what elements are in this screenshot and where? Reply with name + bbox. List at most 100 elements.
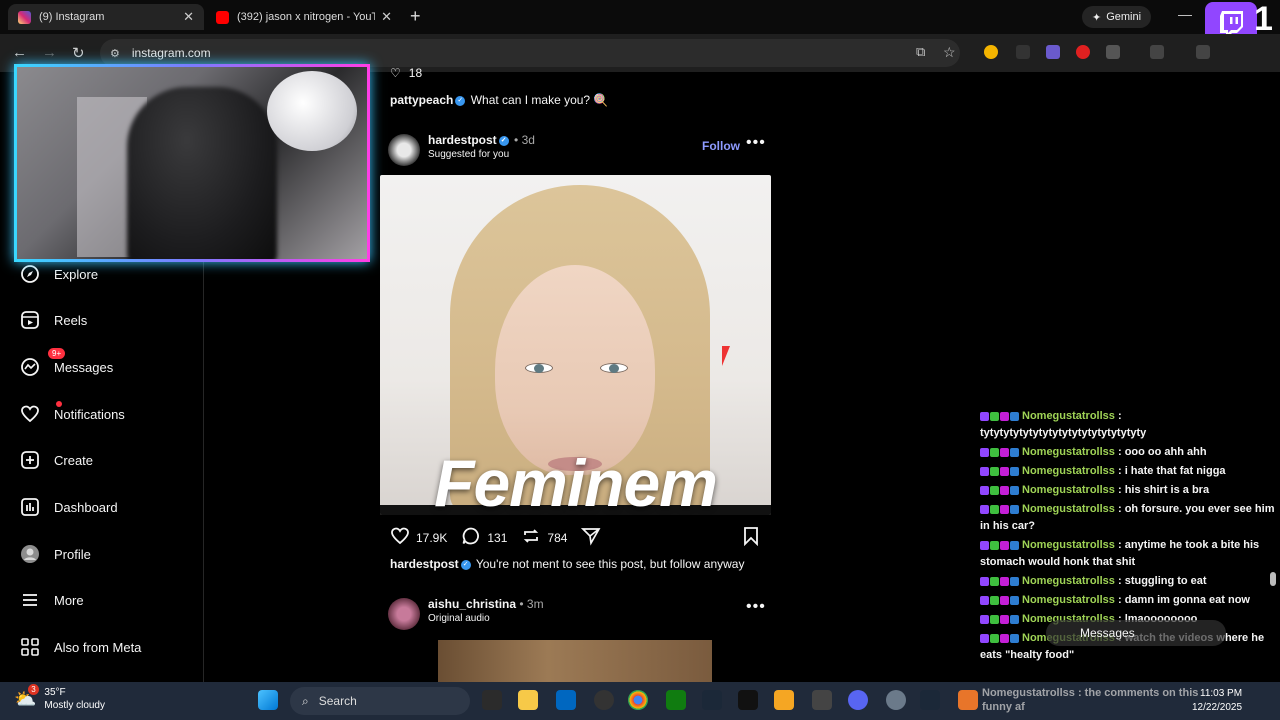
chat-username[interactable]: Nomegustatrollss [1022,410,1115,422]
post-image-caption: Feminem [434,446,718,515]
like-icon[interactable] [390,526,410,549]
url-field[interactable]: ⚙ instagram.com [100,39,960,67]
file-explorer-icon[interactable] [518,690,538,710]
follow-button[interactable]: Follow [702,139,740,153]
extensions-puzzle-icon[interactable] [1106,45,1120,59]
sidebar-item-label: Notifications [54,406,125,422]
chat-badges [980,614,1019,624]
discord-icon[interactable] [848,690,868,710]
sidebar-item-create[interactable]: Create [20,445,93,475]
chat-badge-icon [1010,540,1019,550]
close-tab-icon[interactable]: ✕ [183,9,194,25]
sidebar-item-more[interactable]: More [20,585,84,615]
like-count: 17.9K [416,530,448,545]
compass-icon [20,264,40,284]
new-tab-icon[interactable]: + [410,6,421,27]
like-icon[interactable]: ♡ [390,66,401,80]
verified-icon: ✓ [455,95,466,106]
post-username[interactable]: hardestpost [428,133,497,147]
sidebar-item-reels[interactable]: Reels [20,305,87,335]
windows-start-icon[interactable] [258,690,278,710]
store-icon[interactable] [556,690,576,710]
chat-badge-icon [1000,540,1009,550]
chat-message: Nomegustatrollss : anytime he took a bit… [980,537,1276,571]
post-username[interactable]: aishu_christina [428,597,516,611]
taskbar-search[interactable]: ⌕ Search [290,687,470,715]
post-time: 3d [521,133,535,147]
reload-icon[interactable]: ↻ [72,44,85,62]
sidebar-item-profile[interactable]: Profile [20,539,91,569]
comment-icon[interactable] [461,526,481,549]
chat-username[interactable]: Nomegustatrollss [1022,575,1115,587]
site-info-icon[interactable]: ⚙ [110,47,120,60]
sidebar-item-label: Profile [54,546,91,562]
chat-badge-icon [990,411,999,421]
repost-icon[interactable] [521,526,541,549]
post-username-row: aishu_christina • 3m [428,597,544,611]
back-icon[interactable]: ← [12,44,27,61]
caption-text: You're not ment to see this post, but fo… [475,557,745,571]
next-post-image[interactable] [380,640,771,682]
task-view-icon[interactable] [482,690,502,710]
chat-username[interactable]: Nomegustatrollss [1022,503,1115,515]
chat-badge-icon [990,595,999,605]
messages-pill[interactable]: Messages [1046,620,1226,646]
gemini-button[interactable]: ✦ Gemini [1082,6,1152,28]
sidebar-item-explore[interactable]: Explore [20,259,98,289]
avatar[interactable] [388,598,420,630]
save-icon[interactable] [742,526,760,551]
sidebar-item-dashboard[interactable]: Dashboard [20,492,118,522]
app-icon[interactable] [594,690,614,710]
more-options-icon[interactable]: ••• [746,598,766,616]
steam-icon[interactable] [920,690,940,710]
chat-username[interactable]: Nomegustatrollss [1022,539,1115,551]
chat-badge-icon [1010,595,1019,605]
caption-username[interactable]: pattypeach [390,93,453,107]
chrome-icon[interactable] [628,690,648,710]
chat-text: : i hate that fat nigga [1114,465,1226,477]
forward-icon[interactable]: → [42,44,57,61]
scrollbar-thumb[interactable] [1270,572,1276,586]
chat-username[interactable]: Nomegustatrollss [1022,484,1115,496]
extension-icon[interactable] [1046,45,1060,59]
sidebar-item-also-from-meta[interactable]: Also from Meta [20,632,141,662]
share-icon[interactable] [581,526,601,549]
chat-username[interactable]: Nomegustatrollss [1022,465,1115,477]
sidebar-item-label: Reels [54,312,88,328]
extension-icon[interactable] [1016,45,1030,59]
reading-list-icon[interactable] [1196,45,1210,59]
app-icon[interactable] [958,690,978,710]
caption-text: What can I make you? 🍭 [470,93,609,107]
cast-icon[interactable]: ⧉ [916,44,925,60]
bookmark-star-icon[interactable]: ☆ [943,44,956,61]
rockstar-icon[interactable] [774,690,794,710]
7zip-icon[interactable] [812,690,832,710]
chat-badge-icon [1010,576,1019,586]
chat-username[interactable]: Nomegustatrollss [1022,594,1115,606]
chat-badges [980,466,1019,476]
tab-instagram[interactable]: (9) Instagram ✕ [8,4,204,30]
extension-icon[interactable] [1076,45,1090,59]
chat-username[interactable]: Nomegustatrollss [1022,446,1115,458]
caption-username[interactable]: hardestpost [390,557,459,571]
tab-youtube[interactable]: (392) jason x nitrogen - YouTube ✕ [206,4,402,30]
minimize-icon[interactable]: — [1178,6,1192,22]
sidebar-item-messages[interactable]: 9+ Messages [20,348,113,382]
xbox-icon[interactable] [666,690,686,710]
avatar[interactable] [388,134,420,166]
weather-widget[interactable]: ⛅ 35°F Mostly cloudy 3 [14,684,105,712]
sidebar-item-notifications[interactable]: Notifications [20,399,125,429]
close-tab-icon[interactable]: ✕ [381,9,392,25]
more-options-icon[interactable]: ••• [746,134,766,152]
post-image[interactable]: Feminem [380,175,771,515]
side-panel-icon[interactable] [1150,45,1164,59]
extension-icon[interactable] [984,45,998,59]
chat-message: Nomegustatrollss : ooo oo ahh ahh [980,444,1276,461]
post-header: hardestpost ✓ • 3d Suggested for you Foll… [388,130,772,170]
epic-games-icon[interactable] [738,690,758,710]
steam-icon[interactable] [702,690,722,710]
sidebar-item-label: Explore [54,266,99,282]
mouse-cursor-icon [722,346,738,366]
page-scrollbar[interactable] [1268,72,1278,682]
settings-icon[interactable] [886,690,906,710]
